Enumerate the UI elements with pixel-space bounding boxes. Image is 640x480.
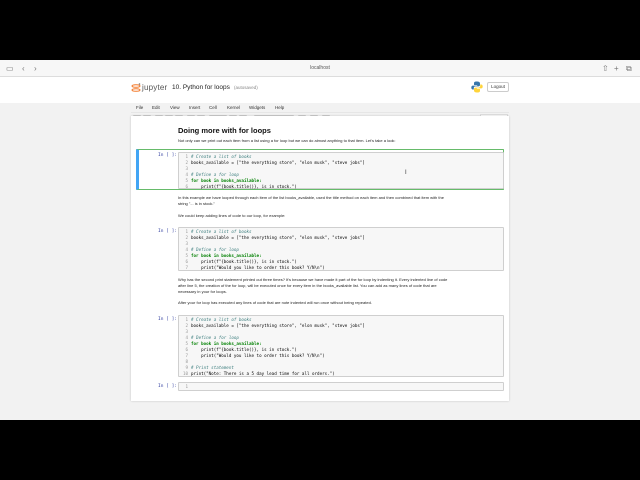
python-logo-icon <box>471 81 483 93</box>
cell-prompt: In [ ]: <box>158 317 177 322</box>
cell-prompt: In [ ]: <box>158 384 177 389</box>
code-cell-4[interactable]: 1 <box>178 382 504 391</box>
menu-edit[interactable]: Edit <box>152 103 160 112</box>
paragraph-explanation-line2: string "... is in stock." <box>178 201 215 206</box>
menu-insert[interactable]: Insert <box>189 103 200 112</box>
jupyter-wordmark: jupyter <box>142 83 168 92</box>
paragraph-why-line3: necessary in your for loops. <box>178 289 227 294</box>
paragraph-intro: Not only can we print out each item from… <box>178 138 396 143</box>
paragraph-after-loop: After your for loop has executed any lin… <box>178 300 372 305</box>
notebook-title[interactable]: 10. Python for loops <box>172 83 230 93</box>
screen: ▭ ‹ › localhost ⇧ + ⧉ jupyter 10. Python… <box>0 60 640 420</box>
tabs-overview-icon[interactable]: ⧉ <box>626 64 632 73</box>
menu-file[interactable]: File <box>136 103 143 112</box>
menu-help[interactable]: Help <box>275 103 284 112</box>
browser-toolbar: ▭ ‹ › localhost ⇧ + ⧉ <box>0 60 640 77</box>
code-cell-1[interactable]: 1 # Create a list of books 2 books_availab… <box>178 152 504 189</box>
menu-bar: File Edit View Insert Cell Kernel Widget… <box>131 103 509 112</box>
menu-widgets[interactable]: Widgets <box>249 103 265 112</box>
text-cursor-icon: I <box>405 170 407 176</box>
autosave-status: (autosaved) <box>234 85 258 90</box>
notebook-container: Doing more with for loops Not only can w… <box>131 116 509 401</box>
code-cell-3[interactable]: 1 # Create a list of books 2 books_availab… <box>178 315 504 377</box>
code-line: 1 <box>185 384 188 389</box>
menu-cell[interactable]: Cell <box>209 103 217 112</box>
cell-prompt: In [ ]: <box>158 153 177 158</box>
jupyter-logo-icon[interactable] <box>131 83 141 93</box>
paragraph-keep-adding: We could keep adding lines of code to ou… <box>178 213 286 218</box>
menu-view[interactable]: View <box>170 103 180 112</box>
sidebar-toggle-icon[interactable]: ▭ <box>6 64 14 73</box>
share-icon[interactable]: ⇧ <box>602 64 609 73</box>
section-heading: Doing more with for loops <box>178 126 271 135</box>
logout-button[interactable]: Logout <box>487 82 509 92</box>
code-line: 7 print("Would you like to order this bo… <box>185 265 325 270</box>
forward-icon[interactable]: › <box>34 64 37 73</box>
code-cell-2[interactable]: 1 # Create a list of books 2 books_availab… <box>178 227 504 271</box>
menu-kernel[interactable]: Kernel <box>227 103 240 112</box>
address-bar[interactable]: localhost <box>280 64 360 73</box>
jupyter-header: jupyter 10. Python for loops (autosaved)… <box>0 77 640 103</box>
code-line: 6 print(f"{book.title()}, is in stock.") <box>185 184 297 189</box>
back-icon[interactable]: ‹ <box>22 64 25 73</box>
code-line: 10 print("Note: There is a 5 day lead tim… <box>182 371 335 376</box>
cell-prompt: In [ ]: <box>158 229 177 234</box>
new-tab-icon[interactable]: + <box>614 64 619 73</box>
